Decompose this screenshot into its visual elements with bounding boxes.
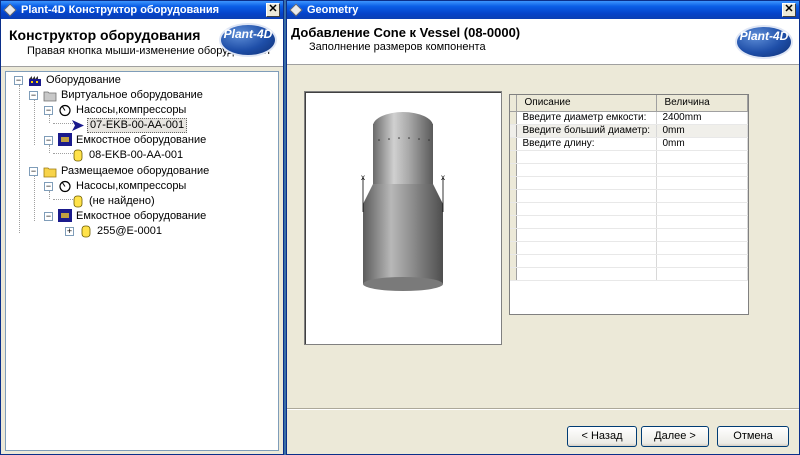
- tree-node-placed-pump-item[interactable]: (не найдено): [71, 194, 157, 209]
- expand-toggle[interactable]: +: [65, 227, 74, 236]
- cancel-button[interactable]: Отмена: [717, 426, 789, 447]
- svg-text:x: x: [441, 173, 445, 182]
- grid-row-empty: [510, 254, 748, 268]
- plant4d-logo: Plant-4D: [735, 25, 793, 59]
- tree-node-placed-pumps[interactable]: − Насосы,компрессоры: [44, 179, 188, 194]
- pump-icon: [59, 104, 71, 117]
- grid-row-empty: [510, 228, 748, 242]
- equipment-tree[interactable]: − Оборудование − Виртуальное оборудовани…: [5, 71, 279, 451]
- collapse-toggle[interactable]: −: [44, 182, 53, 191]
- close-button[interactable]: ✕: [782, 3, 796, 17]
- tree-node-equipment[interactable]: − Оборудование: [14, 73, 123, 88]
- arrow-pointer-icon: [72, 120, 84, 131]
- collapse-toggle[interactable]: −: [14, 76, 23, 85]
- left-titlebar[interactable]: Plant-4D Конструктор оборудования ✕: [1, 1, 283, 19]
- equipment-constructor-window: Plant-4D Конструктор оборудования ✕ Конс…: [0, 0, 284, 455]
- tree-label-equipment: Оборудование: [46, 74, 121, 86]
- left-window-title: Plant-4D Конструктор оборудования: [21, 4, 220, 16]
- tree-label-virtual-equipment: Виртуальное оборудование: [61, 89, 203, 101]
- right-header-subtitle: Заполнение размеров компонента: [309, 41, 486, 53]
- grid-row[interactable]: Введите диаметр емкости: 2400mm: [510, 111, 748, 125]
- left-header: Конструктор оборудования Правая кнопка м…: [1, 19, 283, 67]
- vessel-3d-preview[interactable]: x x: [304, 91, 502, 345]
- geometry-window: Geometry ✕ Добавление Cone к Vessel (08-…: [286, 0, 800, 455]
- collapse-toggle[interactable]: −: [44, 212, 53, 221]
- next-button[interactable]: Далее >: [641, 426, 709, 447]
- vessel-icon: [81, 225, 91, 238]
- row-label-vessel-diameter: Введите диаметр емкости:: [516, 111, 657, 125]
- svg-text:x: x: [361, 173, 365, 182]
- column-header-description[interactable]: Описание: [516, 95, 657, 112]
- logo-text: Plant-4D: [739, 29, 789, 43]
- app-icon: [3, 3, 17, 17]
- tree-node-placed-vessel-item[interactable]: + 255@E-0001: [65, 224, 164, 239]
- tree-label-placed-pump-item: (не найдено): [89, 195, 155, 207]
- collapse-toggle[interactable]: −: [44, 106, 53, 115]
- grid-row[interactable]: Введите больший диаметр: 0mm: [510, 124, 748, 138]
- vessel-icon: [73, 195, 83, 208]
- tree-label-virtual-vessels: Емкостное оборудование: [76, 134, 207, 146]
- back-button[interactable]: < Назад: [567, 426, 637, 447]
- vessel-3d-drawing: x x: [361, 112, 445, 291]
- right-window-title: Geometry: [307, 4, 359, 16]
- value-cell-larger-diameter[interactable]: 0mm: [656, 124, 748, 138]
- right-titlebar[interactable]: Geometry ✕: [287, 1, 799, 19]
- app-icon: [289, 3, 303, 17]
- grid-row-empty: [510, 150, 748, 164]
- collapse-toggle[interactable]: −: [44, 136, 53, 145]
- value-cell-length[interactable]: 0mm: [656, 137, 748, 151]
- grid-row-empty: [510, 241, 748, 255]
- right-header-title: Добавление Cone к Vessel (08-0000): [291, 25, 521, 40]
- folder-yellow-icon: [43, 167, 57, 178]
- column-header-value[interactable]: Величина: [656, 95, 748, 112]
- tree-label-placed-equipment: Размещаемое оборудование: [61, 165, 210, 177]
- tree-node-placed-vessels[interactable]: − Емкостное оборудование: [44, 209, 208, 224]
- logo-text: Plant-4D: [223, 27, 273, 41]
- row-label-larger-diameter: Введите больший диаметр:: [516, 124, 657, 138]
- tree-node-placed-equipment[interactable]: − Размещаемое оборудование: [29, 164, 211, 179]
- dimension-grid[interactable]: Описание Величина Введите диаметр емкост…: [509, 94, 749, 315]
- tree-label-placed-vessel-item: 255@E-0001: [97, 225, 162, 237]
- row-label-length: Введите длину:: [516, 137, 657, 151]
- collapse-toggle[interactable]: −: [29, 167, 38, 176]
- tree-node-virtual-pump-item[interactable]: 07-EKB-00-AA-001: [71, 118, 188, 133]
- collapse-toggle[interactable]: −: [29, 91, 38, 100]
- grid-row-empty: [510, 163, 748, 177]
- close-button[interactable]: ✕: [266, 3, 280, 17]
- vessel-icon: [73, 149, 83, 162]
- plant4d-logo: Plant-4D: [219, 23, 277, 57]
- grid-row-empty: [510, 267, 748, 281]
- tree-label-virtual-vessel-item: 08-EKB-00-AA-001: [89, 149, 184, 161]
- grid-row-empty: [510, 215, 748, 229]
- tree-node-virtual-equipment[interactable]: − Виртуальное оборудование: [29, 88, 205, 103]
- tree-label-virtual-pump-item: 07-EKB-00-AA-001: [87, 118, 188, 133]
- tree-node-virtual-vessel-item[interactable]: 08-EKB-00-AA-001: [71, 148, 185, 163]
- vessel-group-icon: [58, 209, 72, 222]
- factory-icon: [29, 76, 41, 86]
- grid-row-empty: [510, 189, 748, 203]
- folder-gray-icon: [43, 91, 57, 102]
- tree-label-placed-vessels: Емкостное оборудование: [76, 210, 207, 222]
- pump-icon: [59, 180, 71, 193]
- grid-row-empty: [510, 176, 748, 190]
- vessel-group-icon: [58, 133, 72, 146]
- grid-row-empty: [510, 202, 748, 216]
- tree-node-virtual-vessels[interactable]: − Емкостное оборудование: [44, 133, 208, 148]
- tree-node-virtual-pumps[interactable]: − Насосы,компрессоры: [44, 103, 188, 118]
- tree-label-virtual-pumps: Насосы,компрессоры: [76, 104, 187, 116]
- left-header-title: Конструктор оборудования: [9, 27, 201, 43]
- grid-row[interactable]: Введите длину: 0mm: [510, 137, 748, 151]
- tree-label-placed-pumps: Насосы,компрессоры: [76, 180, 187, 192]
- right-header: Добавление Cone к Vessel (08-0000) Запол…: [287, 19, 799, 65]
- footer-separator: [287, 408, 799, 410]
- value-cell-vessel-diameter[interactable]: 2400mm: [656, 111, 748, 125]
